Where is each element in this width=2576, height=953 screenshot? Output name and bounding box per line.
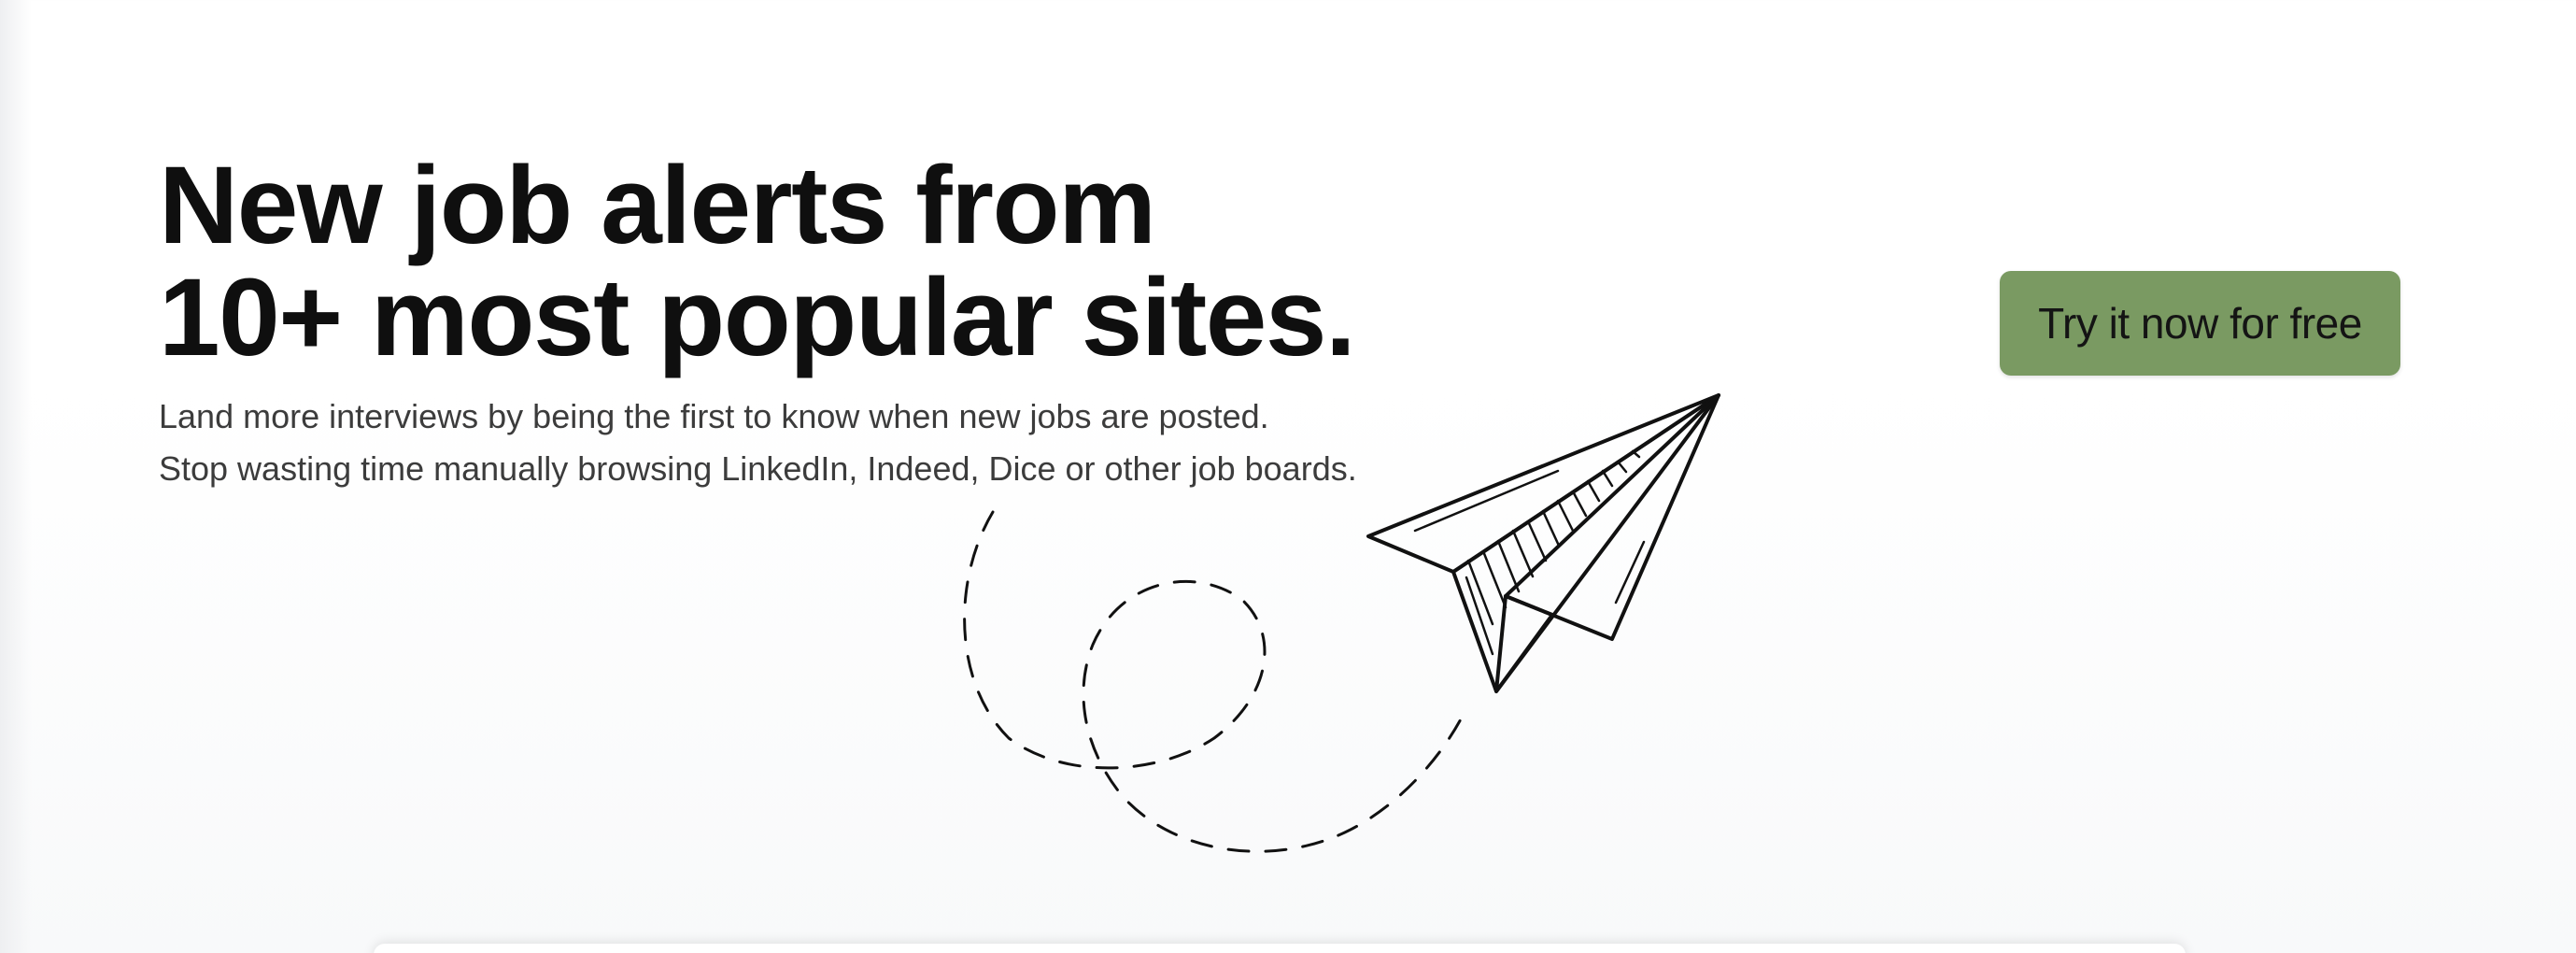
content-card-edge [374,944,2186,953]
left-edge-shadow [0,0,32,953]
headline-line-1: New job alerts from [159,144,1156,267]
headline-line-2: 10+ most popular sites. [159,256,1356,379]
subtext-line-1: Land more interviews by being the first … [159,397,1269,435]
hero-subtext: Land more interviews by being the first … [159,391,1466,495]
flight-trail [963,510,1468,853]
plane-lower-wing [1504,393,1720,641]
plane-keel [1494,594,1554,693]
try-free-button[interactable]: Try it now for free [2000,271,2400,376]
hero-section: New job alerts from 10+ most popular sit… [159,149,1466,495]
page-title: New job alerts from 10+ most popular sit… [159,149,1466,374]
plane-fold [1451,393,1720,693]
subtext-line-2: Stop wasting time manually browsing Link… [159,449,1357,488]
